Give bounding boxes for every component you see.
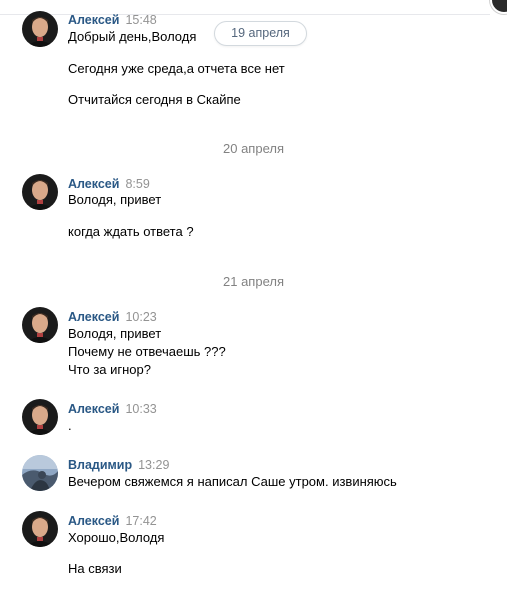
message-header: Алексей 15:48 [68,12,157,28]
user-avatar-corner[interactable] [490,0,507,14]
author-name[interactable]: Алексей [68,13,119,27]
person-photo-icon [22,174,58,210]
message-time[interactable]: 10:33 [125,402,156,416]
date-separator: 21 апреля [223,274,284,289]
avatar-aleksey[interactable] [22,399,58,435]
message-header: Алексей 8:59 [68,176,150,192]
message-time[interactable]: 8:59 [125,177,149,191]
message-text: Почему не отвечаешь ??? [68,344,226,359]
message-text: Вечером свяжемся я написал Саше утром. и… [68,474,397,489]
avatar-aleksey[interactable] [22,174,58,210]
author-name[interactable]: Алексей [68,514,119,528]
message-header: Алексей 10:33 [68,401,157,417]
person-photo-icon [22,307,58,343]
person-photo-icon [22,511,58,547]
message-text: Хорошо,Володя [68,530,165,545]
person-photo-icon [22,399,58,435]
message-text: Володя, привет [68,326,162,341]
message-time[interactable]: 17:42 [125,514,156,528]
landscape-photo-icon [22,455,58,491]
author-name[interactable]: Владимир [68,458,132,472]
message-text: На связи [68,561,122,576]
message-text: Отчитайся сегодня в Скайпе [68,92,241,107]
avatar-aleksey[interactable] [22,307,58,343]
avatar-aleksey[interactable] [22,511,58,547]
person-photo-icon [22,11,58,47]
message-text: Что за игнор? [68,362,151,377]
date-separator: 20 апреля [223,141,284,156]
message-time[interactable]: 15:48 [125,13,156,27]
message-text: когда ждать ответа ? [68,224,194,239]
message-text: Добрый день,Володя [68,29,197,44]
message-header: Владимир 13:29 [68,457,169,473]
author-name[interactable]: Алексей [68,177,119,191]
message-text: Володя, привет [68,192,162,207]
author-name[interactable]: Алексей [68,402,119,416]
message-text: Сегодня уже среда,а отчета все нет [68,61,285,76]
avatar-aleksey[interactable] [22,11,58,47]
message-time[interactable]: 13:29 [138,458,169,472]
date-badge[interactable]: 19 апреля [214,21,307,46]
avatar-vladimir[interactable] [22,455,58,491]
message-header: Алексей 10:23 [68,309,157,325]
message-time[interactable]: 10:23 [125,310,156,324]
author-name[interactable]: Алексей [68,310,119,324]
message-text: . [68,418,72,433]
message-header: Алексей 17:42 [68,513,157,529]
